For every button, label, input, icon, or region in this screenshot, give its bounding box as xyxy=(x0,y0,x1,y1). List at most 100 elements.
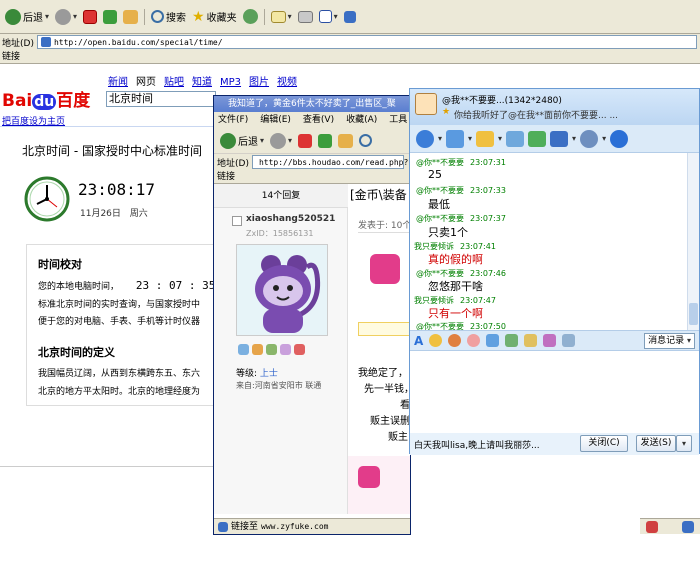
chevron-down-icon[interactable]: ▾ xyxy=(260,136,264,145)
search-button[interactable] xyxy=(356,132,375,150)
nav-mp3[interactable]: MP3 xyxy=(220,77,241,88)
home-button[interactable] xyxy=(120,8,141,26)
scrollbar-thumb[interactable] xyxy=(689,303,698,325)
stop-button[interactable] xyxy=(295,132,315,150)
home-icon xyxy=(338,133,354,148)
mini-game-icon[interactable] xyxy=(486,334,500,347)
address-input[interactable]: http://open.baidu.com/special/time/ xyxy=(36,35,697,49)
hospital-ad-banner[interactable] xyxy=(348,456,410,514)
chevron-down-icon[interactable]: ▾ xyxy=(288,12,292,21)
gift-icon[interactable] xyxy=(294,344,305,355)
emoticon-icon[interactable] xyxy=(429,334,443,347)
message-time: 23:07:47 xyxy=(460,296,496,305)
image-icon[interactable] xyxy=(505,334,519,347)
qq-penguin-icon[interactable] xyxy=(610,129,629,148)
settings-icon[interactable] xyxy=(580,129,599,148)
music-icon[interactable] xyxy=(543,334,557,347)
search-button[interactable]: 搜索 xyxy=(148,8,189,26)
close-button[interactable]: 关闭(C) xyxy=(580,435,628,452)
forum-toolbar: 后退 ▾ ▾ xyxy=(214,128,410,154)
user-checkbox[interactable] xyxy=(232,216,242,226)
chevron-down-icon[interactable]: ▾ xyxy=(73,12,77,21)
nav-video[interactable]: 视频 xyxy=(277,77,297,88)
magic-face-icon[interactable] xyxy=(448,334,462,347)
send-options-button[interactable]: ▾ xyxy=(676,435,692,452)
screen-share-icon[interactable] xyxy=(506,130,525,147)
send-button[interactable]: 发送(S) xyxy=(636,435,676,452)
local-time-row: 您的本地电脑时间， 23 : 07 : 35 xyxy=(38,279,215,292)
more-tools-icon[interactable] xyxy=(562,334,576,347)
send-file-icon[interactable] xyxy=(476,130,495,147)
nav-tieba[interactable]: 贴吧 xyxy=(164,77,184,88)
chevron-down-icon[interactable]: ▾ xyxy=(288,136,292,145)
chevron-down-icon[interactable]: ▾ xyxy=(498,134,502,143)
menu-favorites[interactable]: 收藏(A) xyxy=(346,115,377,125)
history-button[interactable] xyxy=(240,8,261,26)
wink-icon[interactable] xyxy=(467,334,481,347)
chevron-down-icon[interactable]: ▾ xyxy=(572,134,576,143)
chevron-down-icon[interactable]: ▾ xyxy=(334,12,338,21)
user-avatar[interactable] xyxy=(236,244,328,336)
sender-name: @你**不要要 xyxy=(416,269,464,278)
font-icon[interactable]: A xyxy=(414,334,423,348)
mail-icon[interactable] xyxy=(238,344,249,355)
tray-icon[interactable] xyxy=(682,521,694,533)
profile-icon[interactable] xyxy=(266,344,277,355)
message-history-button[interactable]: 消息记录 ▾ xyxy=(644,332,695,349)
edit-button[interactable]: ▾ xyxy=(316,8,341,26)
stop-button[interactable] xyxy=(80,8,100,26)
local-time-label: 您的本地电脑时间， xyxy=(38,282,120,292)
nav-web[interactable]: 网页 xyxy=(136,77,156,88)
forward-button[interactable]: ▾ xyxy=(267,132,295,150)
clock-time: 23:08:17 xyxy=(78,180,156,199)
baidu-nav: 新闻 网页 贴吧 知道 MP3 图片 视频 xyxy=(108,73,305,88)
posts-icon[interactable] xyxy=(280,344,291,355)
menu-file[interactable]: 文件(F) xyxy=(218,115,248,125)
forward-button[interactable]: ▾ xyxy=(52,8,80,26)
menu-view[interactable]: 查看(V) xyxy=(303,115,334,125)
screenshot-icon[interactable] xyxy=(524,334,538,347)
contact-avatar[interactable] xyxy=(415,93,437,115)
qq-input-area[interactable] xyxy=(410,351,699,433)
apps-icon[interactable] xyxy=(550,130,569,147)
qq-header[interactable]: @我**不要要...(1342*2480) ★ 你给我听好了@在我**面前你不要… xyxy=(410,89,699,125)
chevron-down-icon[interactable]: ▾ xyxy=(45,12,49,21)
baidu-logo-du: du xyxy=(32,94,57,110)
voice-call-icon[interactable] xyxy=(446,129,465,148)
refresh-button[interactable] xyxy=(100,8,120,26)
post-line-2: 先一半钱， xyxy=(364,384,414,395)
search-icon xyxy=(151,10,165,23)
ad-text-link[interactable]: 白天我叫lisa,晚上请叫我丽莎... xyxy=(414,438,540,451)
menu-edit[interactable]: 编辑(E) xyxy=(260,115,291,125)
nav-image[interactable]: 图片 xyxy=(249,77,269,88)
print-button[interactable] xyxy=(295,8,316,26)
baidu-search-input[interactable]: 北京时间 xyxy=(106,91,216,107)
message-scrollbar[interactable] xyxy=(687,153,699,330)
username[interactable]: xiaoshang520521 xyxy=(246,214,335,224)
bg-links-bar[interactable]: 链接 xyxy=(0,50,700,64)
forum-window-title[interactable]: 我知道了，黄金6件太不好卖了_出售区_聚 xyxy=(214,96,410,112)
friends-icon[interactable] xyxy=(252,344,263,355)
messenger-button[interactable] xyxy=(341,8,359,26)
remote-assist-icon[interactable] xyxy=(528,130,547,147)
sender-name: @你**不要要 xyxy=(416,214,464,223)
mail-button[interactable]: ▾ xyxy=(268,8,295,26)
address-input[interactable]: http://bbs.houdao.com/read.php? xyxy=(251,155,408,169)
forum-links-bar[interactable]: 链接 xyxy=(214,170,410,184)
refresh-button[interactable] xyxy=(315,132,335,150)
post-line-5: 贩主 xyxy=(388,432,408,443)
back-button[interactable]: 后退 ▾ xyxy=(2,8,52,26)
chevron-down-icon[interactable]: ▾ xyxy=(438,134,442,143)
menu-tools[interactable]: 工具 xyxy=(389,115,407,125)
back-button[interactable]: 后退 ▾ xyxy=(217,132,267,150)
level-label: 等级: xyxy=(236,369,258,379)
favorites-button[interactable]: ★ 收藏夹 xyxy=(189,8,240,26)
video-call-icon[interactable] xyxy=(416,129,434,148)
tray-icon[interactable] xyxy=(646,521,658,533)
nav-zhidao[interactable]: 知道 xyxy=(192,77,212,88)
nav-news[interactable]: 新闻 xyxy=(108,77,128,88)
home-button[interactable] xyxy=(335,132,356,150)
reply-count: 14个回复 xyxy=(214,184,348,208)
chevron-down-icon[interactable]: ▾ xyxy=(468,134,472,143)
chevron-down-icon[interactable]: ▾ xyxy=(602,134,606,143)
